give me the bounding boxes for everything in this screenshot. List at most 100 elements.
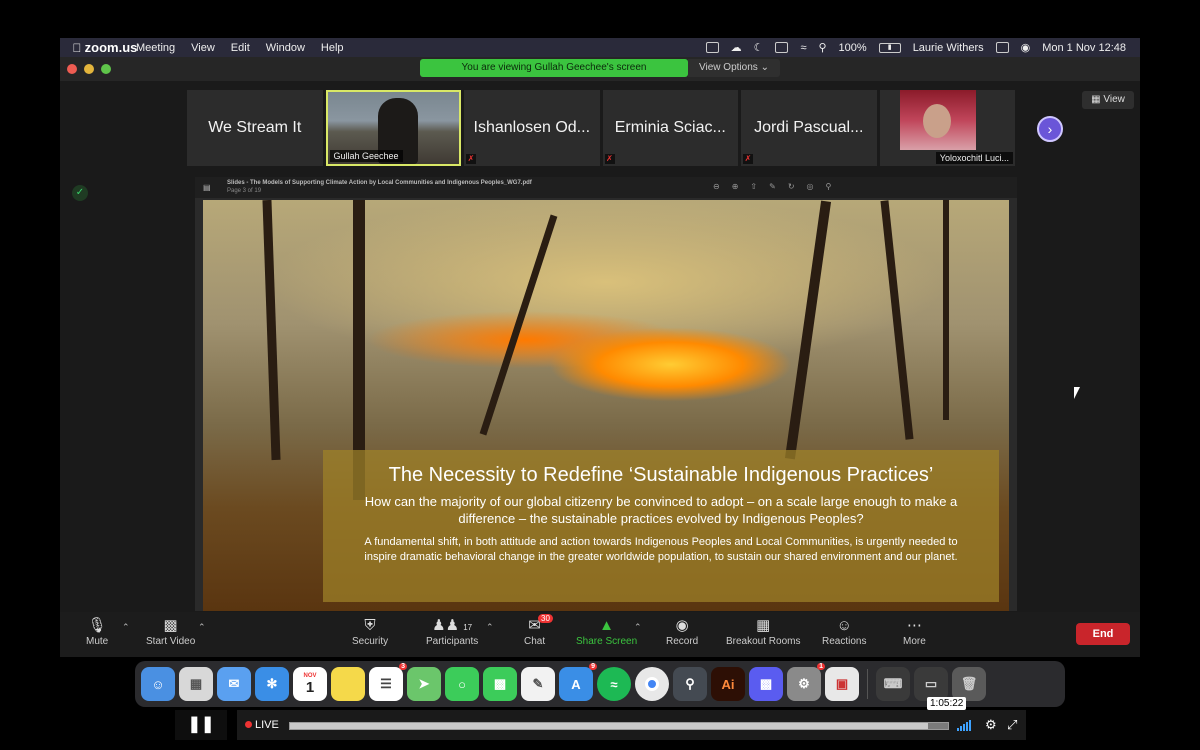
slide-text-box: The Necessity to Redefine ‘Sustainable I…: [323, 450, 999, 602]
mute-button[interactable]: 🎙 Mute: [86, 616, 108, 647]
security-label: Security: [352, 636, 389, 647]
participants-button[interactable]: ♟♟ 17 Participants: [426, 616, 478, 647]
screen-mirror-icon[interactable]: [775, 42, 789, 53]
battery-icon[interactable]: ▮: [878, 42, 901, 53]
launchpad-icon[interactable]: ▦: [179, 667, 213, 701]
share-icon[interactable]: ⇧: [750, 182, 757, 191]
view-options-dropdown[interactable]: View Options ⌄: [688, 59, 780, 77]
participant-tile[interactable]: Erminia Sciac... ✗: [602, 90, 739, 166]
menubar-user[interactable]: Laurie Withers: [913, 42, 984, 54]
fullscreen-icon[interactable]: ⤢: [1007, 717, 1017, 733]
video-options-chevron-icon[interactable]: ⌃: [198, 622, 206, 633]
share-options-chevron-icon[interactable]: ⌃: [634, 622, 642, 633]
reactions-button[interactable]: ☺ Reactions: [822, 616, 866, 647]
fullscreen-window-button[interactable]: [101, 64, 111, 74]
camera-status-icon[interactable]: [705, 42, 719, 53]
chrome-icon[interactable]: [635, 667, 669, 701]
menu-window[interactable]: Window: [258, 42, 313, 54]
settings-badge: 1: [817, 663, 825, 670]
next-page-arrow-icon[interactable]: ›: [1037, 116, 1063, 142]
slide-question: How can the majority of our global citiz…: [364, 494, 958, 526]
trash-icon[interactable]: 🗑: [952, 667, 986, 701]
maps-icon[interactable]: ➤: [407, 667, 441, 701]
signal-strength-icon: [957, 719, 971, 731]
markup-icon[interactable]: ✎: [769, 182, 776, 191]
menu-view[interactable]: View: [183, 42, 223, 54]
breakout-rooms-button[interactable]: ▦ Breakout Rooms: [726, 616, 800, 647]
quicktime-icon[interactable]: ⚲: [673, 667, 707, 701]
tree-trunk: [943, 200, 949, 420]
reactions-label: Reactions: [822, 636, 867, 647]
grid-icon: ▦: [1091, 94, 1101, 105]
more-button[interactable]: ⋯ More: [903, 616, 926, 647]
siri-icon[interactable]: ◉: [1021, 41, 1031, 54]
shared-screen: ▤ Slides - The Models of Supporting Clim…: [195, 177, 1017, 611]
sidebar-toggle-icon[interactable]: ▤: [203, 183, 211, 192]
muted-mic-icon: ✗: [604, 154, 615, 164]
audio-options-chevron-icon[interactable]: ⌃: [122, 622, 130, 633]
battery-percent: 100%: [838, 41, 867, 54]
end-meeting-button[interactable]: End: [1076, 623, 1130, 645]
safari-icon[interactable]: ✻: [255, 667, 289, 701]
security-button[interactable]: ⛨ Security: [352, 616, 388, 647]
calendar-icon[interactable]: NOV 1: [293, 667, 327, 701]
appstore-icon[interactable]: A9: [559, 663, 597, 701]
zoom-icon[interactable]: ▩: [749, 667, 783, 701]
photo-booth-icon[interactable]: ▣: [825, 667, 859, 701]
pdf-search-icon[interactable]: ⚲: [826, 182, 832, 191]
participant-tile[interactable]: We Stream It: [187, 90, 323, 166]
pdf-page-indicator: Page 3 of 19: [227, 188, 262, 194]
cloud-status-icon[interactable]: ☁: [731, 41, 742, 54]
participant-name: Ishanlosen Od...: [473, 119, 591, 136]
wifi-icon[interactable]: ≈: [800, 42, 806, 54]
zoom-out-icon[interactable]: ⊖: [713, 182, 720, 191]
menubar-datetime[interactable]: Mon 1 Nov 12:48: [1042, 42, 1126, 54]
settings-gear-icon[interactable]: ⚙: [985, 717, 997, 733]
participant-tile-active-speaker[interactable]: Gullah Geechee: [325, 90, 462, 166]
spotify-icon[interactable]: ≈: [597, 667, 631, 701]
view-layout-button[interactable]: ▦ View: [1082, 91, 1134, 109]
participant-tile[interactable]: Yoloxochitl Luci...: [879, 90, 1016, 166]
mail-icon[interactable]: ✉: [217, 667, 251, 701]
messages-icon[interactable]: ○: [445, 667, 479, 701]
menu-help[interactable]: Help: [313, 42, 352, 54]
spotlight-search-icon[interactable]: ⚲: [818, 41, 826, 54]
calendar-day: 1: [305, 678, 315, 696]
seek-bar[interactable]: [289, 722, 949, 730]
reminders-icon[interactable]: ☰ 3: [369, 663, 407, 701]
participants-icon: ♟♟ 17: [432, 617, 473, 634]
close-window-button[interactable]: [67, 64, 77, 74]
finder-icon[interactable]: ☺: [141, 667, 175, 701]
tree-trunk: [479, 214, 558, 436]
participant-tile[interactable]: Jordi Pascual... ✗: [741, 90, 877, 166]
dock-divider: [867, 669, 868, 699]
menu-edit[interactable]: Edit: [223, 42, 258, 54]
illustrator-icon[interactable]: Ai: [711, 667, 745, 701]
control-center-icon[interactable]: [995, 42, 1009, 53]
pause-button[interactable]: ❚❚: [175, 710, 227, 740]
zoom-in-icon[interactable]: ⊕: [732, 182, 739, 191]
record-button[interactable]: ◉ Record: [666, 616, 698, 647]
video-player-controls: ❚❚ LIVE 1:05:22 ⚙ ⤢: [175, 697, 1026, 740]
view-options-label: View Options: [699, 62, 758, 73]
security-shield-icon: ⛨: [364, 617, 376, 634]
download-icon[interactable]: ▭: [914, 667, 948, 701]
textedit-icon[interactable]: ✎: [521, 667, 555, 701]
annotate-icon[interactable]: ◎: [807, 182, 814, 191]
system-preferences-icon[interactable]: ⚙ 1: [787, 663, 825, 701]
muted-mic-icon: ✗: [743, 154, 754, 164]
share-screen-icon: ▲: [599, 617, 614, 634]
participants-options-chevron-icon[interactable]: ⌃: [486, 622, 494, 633]
notes-icon[interactable]: [331, 667, 365, 701]
share-screen-button[interactable]: ▲ Share Screen: [576, 616, 637, 647]
encryption-shield-icon[interactable]: ✓: [72, 185, 88, 201]
moon-icon[interactable]: ☾: [754, 41, 764, 54]
participant-tile[interactable]: Ishanlosen Od... ✗: [464, 90, 600, 166]
keyboard-icon[interactable]: ⌨: [876, 667, 910, 701]
minimize-window-button[interactable]: [84, 64, 94, 74]
rotate-icon[interactable]: ↻: [788, 182, 795, 191]
facetime-icon[interactable]: ▩: [483, 667, 517, 701]
chat-button[interactable]: ✉ 30 Chat: [524, 614, 553, 647]
start-video-label: Start Video: [146, 636, 196, 647]
start-video-button[interactable]: ▩ Start Video: [146, 616, 195, 647]
